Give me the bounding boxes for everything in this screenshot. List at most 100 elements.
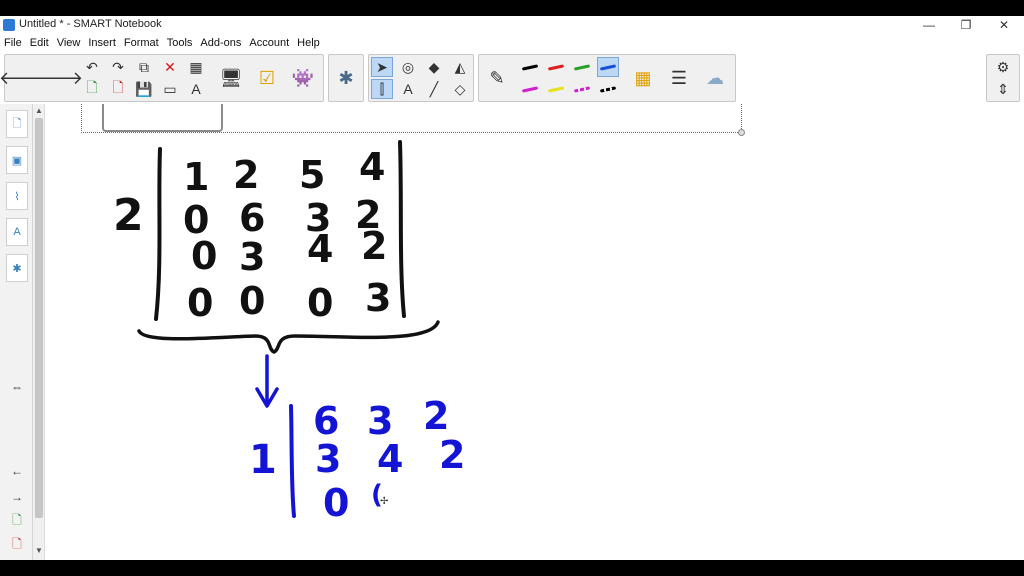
whiteboard-canvas[interactable]: 2 1 2 5 4 0 6 3 2 0 3 4 2 0 0 0 3 1 6 3 … [45,104,1024,560]
menu-edit[interactable]: Edit [26,37,53,49]
minor-cell: 2 [439,433,466,477]
lab-button[interactable]: 👾 [287,56,319,100]
fill-effects-button[interactable]: ☁ [699,56,731,100]
pen-color-black-dash[interactable] [597,79,619,99]
scroll-down-arrow-icon[interactable]: ▼ [33,546,45,558]
puzzle-icon: ✱ [338,67,354,88]
pen-swatch-black [521,63,539,71]
add-page-button[interactable]: 🗋 [81,79,103,99]
matrix-cell: 6 [239,196,266,240]
minor-cell: 3 [367,399,394,443]
menu-addons[interactable]: Add-ons [196,37,245,49]
add-page-side-icon: 🗋 [12,512,22,527]
eraser-alt-icon: ◇ [454,80,466,97]
pen-color-magenta-dash[interactable] [571,79,593,99]
eraser-icon: ◆ [428,58,440,75]
line-style-button[interactable]: ☰ [663,56,695,100]
properties-tab[interactable]: A [6,218,28,246]
settings-button[interactable]: ⚙ [992,57,1014,77]
delete-page-side-button[interactable]: 🗋 [6,536,28,554]
pen-swatch-magenta [521,85,539,93]
previous-page-button[interactable]: ← [6,462,28,480]
gear-icon: ⚙ [996,58,1010,75]
shape-tool[interactable]: ◎ [397,57,419,77]
text-properties-button[interactable]: A [185,79,207,99]
menu-file[interactable]: File [0,37,26,49]
toolbar-group-tools: ➤ ◎ ◆ ◭ ⫿ A ╱ ◇ [368,54,474,102]
menu-account[interactable]: Account [245,37,293,49]
restore-button[interactable]: ❐ [947,16,985,34]
menu-insert[interactable]: Insert [84,37,120,49]
pen-color-red[interactable] [545,57,567,77]
save-icon: 💾 [135,80,153,97]
addons-button[interactable]: ✱ [330,56,362,100]
paste-button[interactable]: ⧉ [133,57,155,77]
screen-shade-button[interactable]: ▭ [159,79,181,99]
scroll-thumb[interactable] [35,118,43,518]
eraser-alt-tool[interactable]: ◇ [449,79,471,99]
display-button[interactable]: 🖥 [215,56,247,100]
toolbar-group-pens: ✎ ▦ ☰ ☁ [478,54,736,102]
line-tool[interactable]: ╱ [423,79,445,99]
next-page-button[interactable]: → [6,488,28,506]
curly-brace [137,320,440,354]
right-arrow-icon: 🡒 [34,67,84,88]
close-button[interactable]: ✕ [985,16,1023,34]
menu-help[interactable]: Help [293,37,324,49]
fill-icon: ◭ [454,58,466,75]
gallery-icon: ▣ [11,154,23,167]
matrix-cell: 5 [299,153,326,197]
pen-tool-selected[interactable]: ⫿ [371,79,393,99]
pen-color-black[interactable] [519,57,541,77]
save-button[interactable]: 💾 [133,79,155,99]
letterbox-bottom [0,560,1024,576]
delete-button[interactable]: ✕ [159,57,181,77]
pen-color-yellow[interactable] [545,79,567,99]
gallery-tab[interactable]: ▣ [6,146,28,174]
matrix-left-bar [154,147,162,321]
pen-swatch-yellow [547,85,565,93]
page-sorter-tab[interactable]: 🗋 [6,110,28,138]
menu-format[interactable]: Format [120,37,163,49]
pen-type-button[interactable]: ✎ [481,56,513,100]
forward-button[interactable]: 🡒 [35,56,83,100]
select-tool[interactable]: ➤ [371,57,393,77]
table-button[interactable]: ▦ [185,57,207,77]
eraser-tool[interactable]: ◆ [423,57,445,77]
minor-left-bar [289,404,296,518]
vertical-scrollbar[interactable]: ▲ ▼ [33,104,45,560]
text-tool[interactable]: A [397,79,419,99]
attachments-tab[interactable]: ⌇ [6,182,28,210]
delete-page-button[interactable]: 🗋 [107,79,129,99]
table-icon: ▦ [189,58,203,75]
add-page-side-button[interactable]: 🗋 [6,512,28,530]
minor-cell: 0 [323,481,350,525]
response-button[interactable]: ☑ [251,56,283,100]
addons-tab[interactable]: ✱ [6,254,28,282]
pen-color-blue[interactable] [597,57,619,77]
redo-button[interactable]: ↷ [107,57,129,77]
matrix-multiplier: 2 [113,190,144,241]
checkbox-icon: ☑ [258,67,276,88]
scroll-up-arrow-icon[interactable]: ▲ [33,106,45,118]
pen-swatch-red [547,63,565,71]
undo-icon: ↶ [86,58,98,75]
prev-arrow-icon: ← [11,464,23,478]
palette-grid-icon: ▦ [634,67,652,88]
toolbar-group-edit: 🡐 🡒 ↶ ↷ ⧉ ✕ ▦ 🗋 🗋 💾 ▭ A 🖥 ☑ 👾 [0,54,324,102]
minimize-button[interactable]: — [910,16,948,34]
fill-tool[interactable]: ◭ [449,57,471,77]
undo-button[interactable]: ↶ [81,57,103,77]
menu-view[interactable]: View [53,37,85,49]
pen-color-magenta[interactable] [519,79,541,99]
pen-color-green[interactable] [571,57,593,77]
pointer-icon: ➤ [376,58,388,75]
color-palette-button[interactable]: ▦ [627,56,659,100]
pen-swatch-black-dash [599,85,617,93]
sidebar-resize-handle[interactable]: ⇔ [6,378,28,396]
smart-notebook-icon [3,19,15,31]
toolbar-position-button[interactable]: ⇕ [992,79,1014,99]
matrix-cell: 3 [239,235,266,279]
app-window: Untitled * - SMART Notebook — ❐ ✕ File E… [0,16,1024,560]
menu-tools[interactable]: Tools [163,37,197,49]
